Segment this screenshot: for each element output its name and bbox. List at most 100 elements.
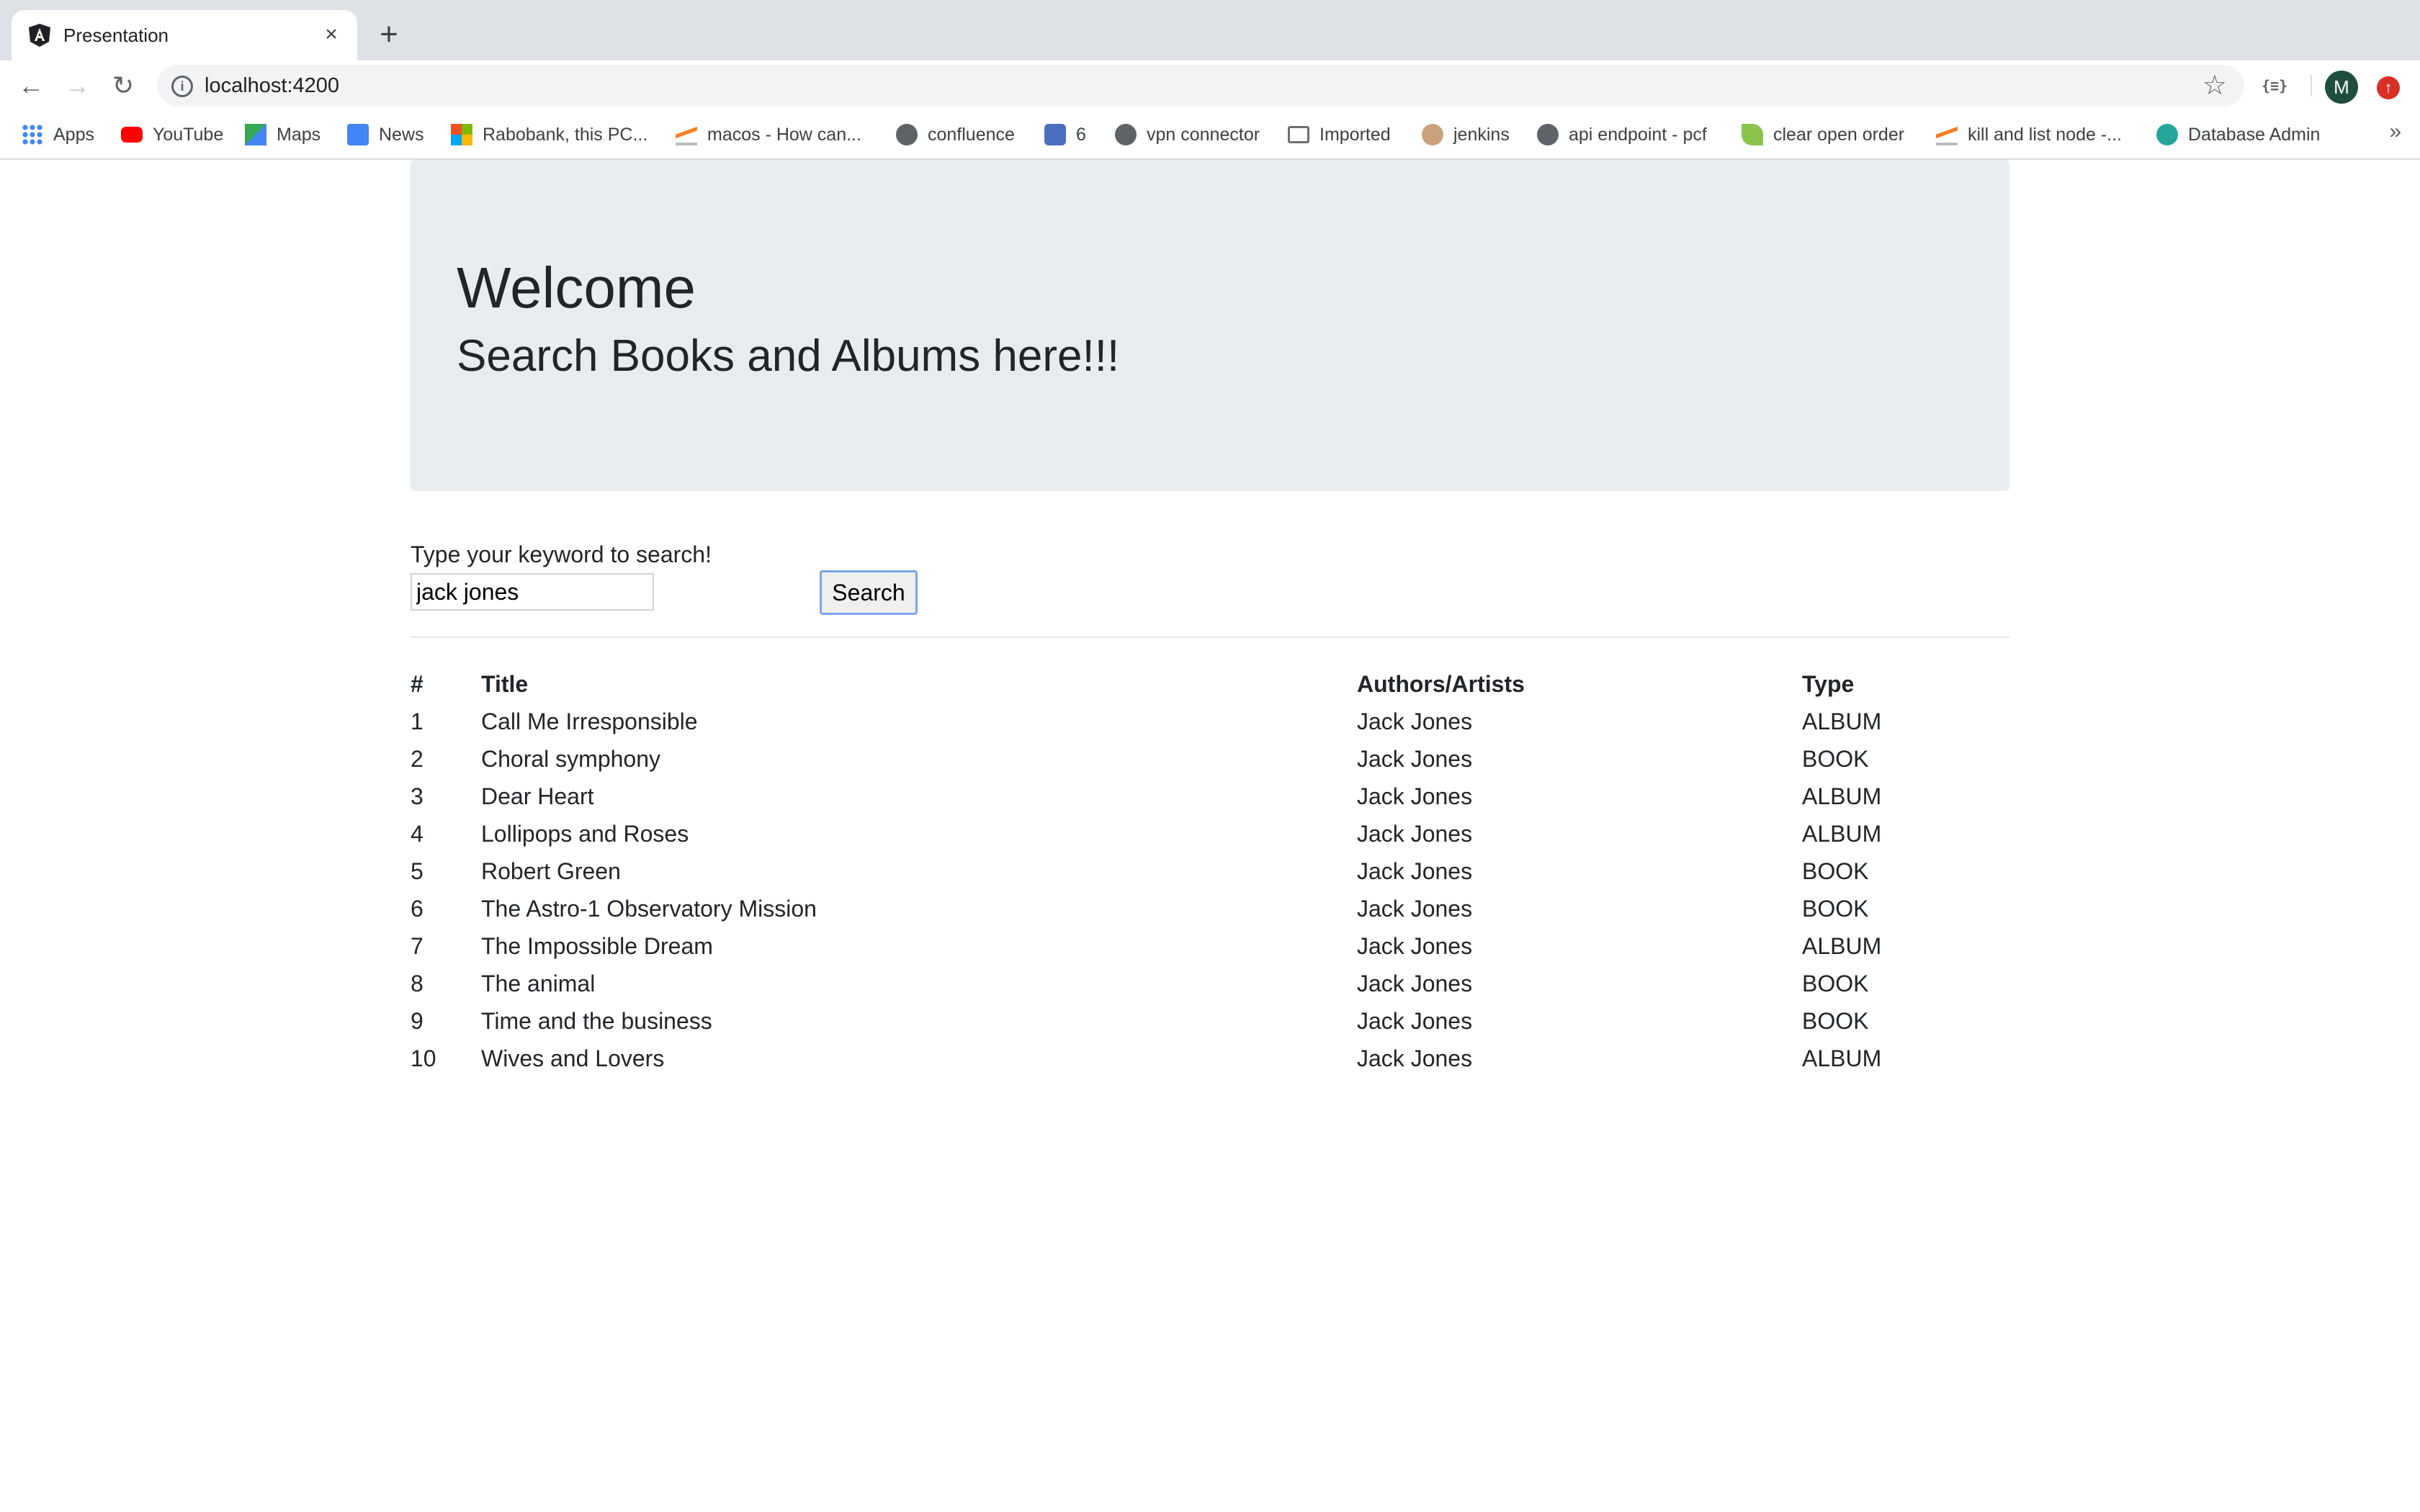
bookmark-database-admin[interactable]: Database Admin <box>2156 121 2320 148</box>
bookmarks-bar: Apps YouTube Maps News Rabobank, this PC… <box>0 111 2420 160</box>
bookmark-api-endpoint[interactable]: api endpoint - pcf <box>1537 121 1707 148</box>
bookmark-confluence[interactable]: confluence <box>896 121 1015 148</box>
bookmark-rabobank[interactable]: Rabobank, this PC... <box>451 121 647 148</box>
table-row: 4 Lollipops and Roses Jack Jones ALBUM <box>411 815 2009 852</box>
table-row: 10 Wives and Lovers Jack Jones ALBUM <box>411 1040 2009 1077</box>
stackoverflow-icon <box>676 124 697 145</box>
row-author: Jack Jones <box>1357 783 1473 809</box>
angular-icon <box>29 24 50 47</box>
row-index: 1 <box>411 708 424 734</box>
table-row: 9 Time and the business Jack Jones BOOK <box>411 1002 2009 1040</box>
row-author: Jack Jones <box>1357 858 1473 884</box>
row-type: ALBUM <box>1802 708 1882 734</box>
row-author: Jack Jones <box>1357 1008 1473 1034</box>
header-index: # <box>411 671 424 697</box>
table-row: 2 Choral symphony Jack Jones BOOK <box>411 740 2009 778</box>
table-header-row: # Title Authors/Artists Type <box>411 665 2009 703</box>
close-icon[interactable]: × <box>318 22 344 48</box>
welcome-banner: Welcome Search Books and Albums here!!! <box>411 160 2009 491</box>
apps-grid-icon <box>22 124 43 145</box>
row-title: Robert Green <box>481 858 621 884</box>
forward-icon[interactable]: → <box>60 69 94 102</box>
bookmark-youtube[interactable]: YouTube <box>121 121 223 148</box>
row-index: 6 <box>411 896 424 922</box>
bookmark-jenkins[interactable]: jenkins <box>1422 121 1510 148</box>
page-subtitle: Search Books and Albums here!!! <box>457 331 1120 381</box>
divider <box>411 636 2009 638</box>
bookmark-vpn-connector[interactable]: vpn connector <box>1115 121 1260 148</box>
youtube-icon <box>121 127 143 143</box>
toolbar-separator <box>2311 75 2312 96</box>
header-title: Title <box>481 671 529 697</box>
bookmark-news[interactable]: News <box>347 121 424 148</box>
row-title: The Impossible Dream <box>481 933 713 959</box>
row-type: BOOK <box>1802 1008 1869 1034</box>
table-row: 1 Call Me Irresponsible Jack Jones ALBUM <box>411 703 2009 740</box>
address-bar[interactable]: i localhost:4200 ☆ <box>157 65 2244 107</box>
search-label: Type your keyword to search! <box>411 541 712 567</box>
row-index: 8 <box>411 971 424 996</box>
url-text[interactable]: localhost:4200 <box>205 73 339 98</box>
row-index: 10 <box>411 1045 436 1071</box>
page-title: Welcome <box>457 256 696 320</box>
search-input[interactable] <box>411 573 654 611</box>
back-icon[interactable]: ← <box>14 69 48 102</box>
header-type: Type <box>1802 671 1855 697</box>
table-row: 5 Robert Green Jack Jones BOOK <box>411 852 2009 890</box>
row-type: ALBUM <box>1802 821 1882 847</box>
row-title: Lollipops and Roses <box>481 821 689 847</box>
extension-icon[interactable]: {≡} <box>2262 72 2287 99</box>
globe-icon <box>1537 124 1559 145</box>
more-bookmarks-icon[interactable]: » <box>2389 120 2401 144</box>
new-tab-button[interactable]: + <box>372 19 406 53</box>
row-author: Jack Jones <box>1357 708 1473 734</box>
update-icon[interactable]: ↑ <box>2377 76 2400 99</box>
table-row: 7 The Impossible Dream Jack Jones ALBUM <box>411 927 2009 965</box>
row-author: Jack Jones <box>1357 971 1473 996</box>
folder-icon <box>1288 126 1309 143</box>
bookmark-clear-open-order[interactable]: clear open order <box>1742 121 1904 148</box>
browser-toolbar: ← → ↻ i localhost:4200 ☆ {≡} M ↑ <box>0 60 2420 111</box>
bookmark-maps[interactable]: Maps <box>245 121 321 148</box>
row-type: BOOK <box>1802 858 1869 884</box>
row-index: 5 <box>411 858 424 884</box>
profile-avatar[interactable]: M <box>2325 71 2358 104</box>
row-type: ALBUM <box>1802 1045 1882 1071</box>
globe-icon <box>896 124 918 145</box>
browser-tab[interactable]: Presentation × <box>12 10 357 60</box>
row-index: 2 <box>411 746 424 772</box>
table-row: 3 Dear Heart Jack Jones ALBUM <box>411 778 2009 815</box>
bookmark-apps[interactable]: Apps <box>22 121 94 148</box>
search-button[interactable]: Search <box>820 570 918 615</box>
row-index: 7 <box>411 933 424 959</box>
row-title: Call Me Irresponsible <box>481 708 698 734</box>
row-title: Choral symphony <box>481 746 660 772</box>
heartbeat-icon <box>2156 124 2178 145</box>
row-index: 4 <box>411 821 424 847</box>
stackoverflow-icon <box>1936 124 1958 145</box>
row-author: Jack Jones <box>1357 821 1473 847</box>
row-index: 3 <box>411 783 424 809</box>
bookmark-macos[interactable]: macos - How can... <box>676 121 861 148</box>
tab-strip: Presentation × + <box>0 0 2420 60</box>
bookmark-kill-and-list-node[interactable]: kill and list node -... <box>1936 121 2122 148</box>
header-authors: Authors/Artists <box>1357 671 1525 697</box>
row-type: ALBUM <box>1802 933 1882 959</box>
row-author: Jack Jones <box>1357 1045 1473 1071</box>
bookmark-star-icon[interactable]: ☆ <box>2202 69 2227 102</box>
info-icon[interactable]: i <box>171 76 193 97</box>
bookmark-imported[interactable]: Imported <box>1288 121 1391 148</box>
row-author: Jack Jones <box>1357 896 1473 922</box>
row-type: BOOK <box>1802 971 1869 996</box>
row-type: ALBUM <box>1802 783 1882 809</box>
table-row: 8 The animal Jack Jones BOOK <box>411 965 2009 1002</box>
row-title: Wives and Lovers <box>481 1045 665 1071</box>
maps-icon <box>245 124 266 145</box>
reload-icon[interactable]: ↻ <box>107 69 140 102</box>
row-type: BOOK <box>1802 896 1869 922</box>
globe-icon <box>1115 124 1137 145</box>
bookmark-6[interactable]: 6 <box>1044 121 1086 148</box>
table-row: 6 The Astro-1 Observatory Mission Jack Jon… <box>411 890 2009 927</box>
row-index: 9 <box>411 1008 424 1034</box>
jenkins-icon <box>1422 124 1443 145</box>
